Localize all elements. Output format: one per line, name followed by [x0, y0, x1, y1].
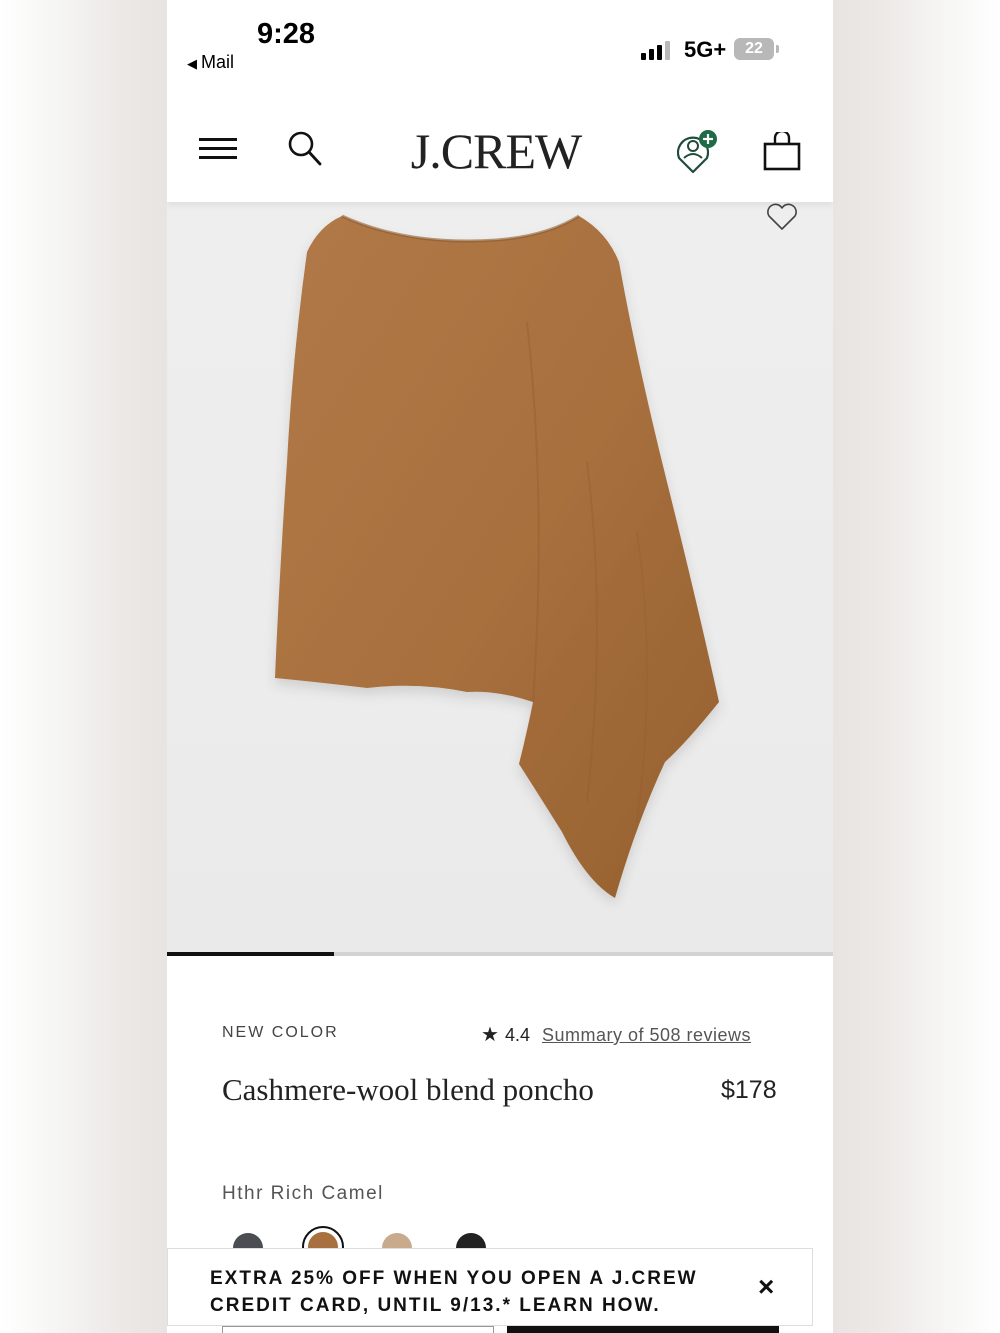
- jcrew-logo[interactable]: J.CREW: [401, 122, 591, 180]
- product-price: $178: [721, 1076, 777, 1104]
- carousel-progress: [167, 952, 833, 956]
- rewards-icon[interactable]: [673, 128, 719, 176]
- new-color-label: NEW COLOR: [222, 1024, 339, 1041]
- search-icon[interactable]: [287, 130, 323, 168]
- star-icon: ★: [481, 1024, 499, 1046]
- promo-banner[interactable]: EXTRA 25% OFF WHEN YOU OPEN A J.CREW CRE…: [167, 1248, 813, 1326]
- battery-nub: [776, 45, 779, 53]
- back-to-mail[interactable]: ◀ Mail: [187, 52, 234, 73]
- promo-text[interactable]: EXTRA 25% OFF WHEN YOU OPEN A J.CREW CRE…: [210, 1265, 730, 1319]
- rating-value: 4.4: [504, 1025, 530, 1045]
- menu-icon[interactable]: [199, 138, 237, 160]
- add-to-bag-button-edge[interactable]: [507, 1326, 779, 1333]
- carousel-progress-fill: [167, 952, 334, 956]
- status-time: 9:28: [257, 18, 316, 50]
- close-icon[interactable]: ×: [758, 1271, 774, 1303]
- back-label: Mail: [201, 52, 235, 72]
- selected-color-name: Hthr Rich Camel: [222, 1183, 384, 1204]
- network-label: 5G+: [684, 37, 727, 62]
- background-left: [0, 0, 168, 1333]
- phone-screen: 9:28 ◀ Mail 5G+ 22 J.CREW NEW COLOR ★ 4.…: [167, 0, 833, 1333]
- size-button-edge[interactable]: [222, 1326, 494, 1333]
- back-arrow-icon: ◀: [187, 56, 197, 71]
- reviews-link[interactable]: Summary of 508 reviews: [542, 1025, 751, 1045]
- background-right: [832, 0, 1000, 1333]
- battery-level: 22: [745, 40, 763, 57]
- signal-icon: [641, 40, 675, 60]
- product-title: Cashmere-wool blend poncho: [222, 1072, 594, 1107]
- shopping-bag-icon[interactable]: [763, 129, 801, 172]
- heart-icon[interactable]: [765, 202, 799, 232]
- poncho-illustration: [275, 214, 719, 898]
- rating-summary: ★ 4.4 Summary of 508 reviews: [481, 1022, 751, 1047]
- battery-icon: 22: [734, 38, 774, 60]
- product-image[interactable]: [167, 202, 833, 952]
- site-header: J.CREW: [167, 100, 833, 202]
